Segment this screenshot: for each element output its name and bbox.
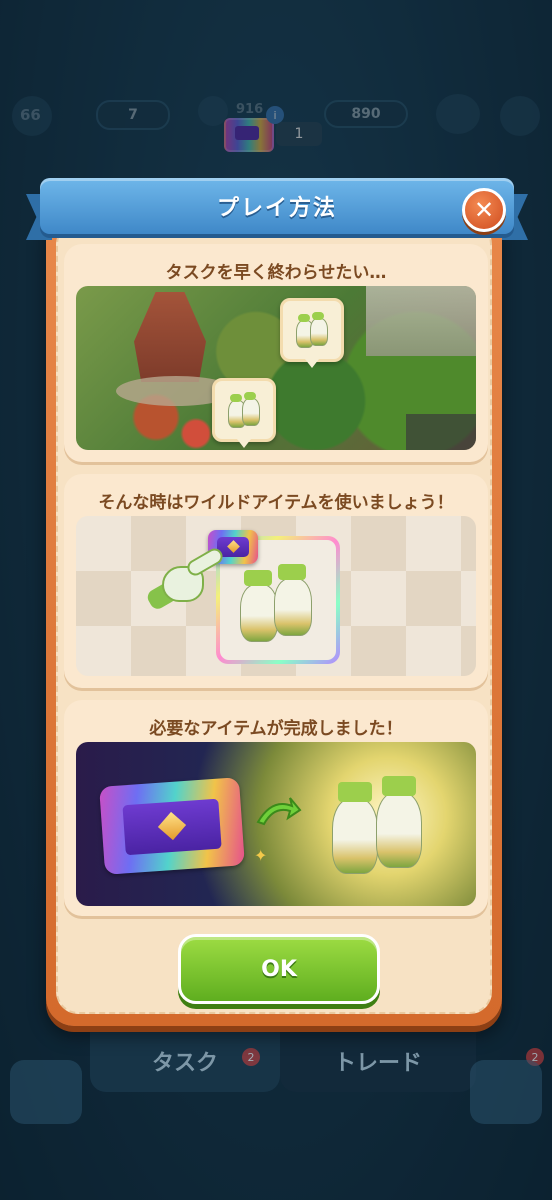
checklist-icon[interactable]: [470, 1060, 542, 1124]
ok-button-label: OK: [261, 956, 297, 982]
close-icon: ✕: [473, 196, 495, 224]
stone-wall: [366, 286, 476, 356]
gloves-icon: [234, 560, 318, 644]
task-item-bubble-lower: [212, 378, 276, 448]
close-button[interactable]: ✕: [462, 188, 506, 232]
task-item-bubble-upper: [280, 298, 344, 368]
sparkle-icon: ✦: [254, 846, 268, 865]
garden-scene-image: [76, 286, 476, 450]
tab-tasks-label: タスク: [151, 1051, 218, 1076]
wild-card-large-icon: [99, 777, 245, 875]
tab-trade-label: トレード: [333, 1051, 422, 1076]
green-arrow-icon: [256, 797, 302, 826]
tab-tasks-badge: 2: [242, 1048, 260, 1066]
step-2-card: そんな時はワイルドアイテムを使いましょう！: [64, 474, 488, 688]
checker-board-image: [76, 516, 476, 676]
result-scene-image: ✦: [76, 742, 476, 906]
step-3-card: 必要なアイテムが完成しました！ ✦: [64, 700, 488, 916]
step-3-title: 必要なアイテムが完成しました！: [149, 719, 403, 739]
gloves-icon: [292, 310, 332, 350]
back-arrow-icon[interactable]: [10, 1060, 82, 1124]
dialog-title-banner: プレイ方法: [26, 178, 528, 240]
step-1-title: タスクを早く終わらせたい…: [165, 263, 387, 283]
ok-button[interactable]: OK: [178, 934, 380, 1004]
step-2-title: そんな時はワイルドアイテムを使いましょう！: [98, 493, 454, 513]
step-1-card: タスクを早く終わらせたい…: [64, 244, 488, 462]
pointing-hand-icon: [144, 542, 226, 612]
dialog-title: プレイ方法: [216, 196, 337, 221]
gloves-icon: [224, 390, 264, 430]
fence: [406, 414, 476, 450]
tab-trade[interactable]: トレード: [280, 1030, 476, 1092]
statue: [134, 292, 206, 382]
completed-gloves-icon: [328, 770, 428, 880]
